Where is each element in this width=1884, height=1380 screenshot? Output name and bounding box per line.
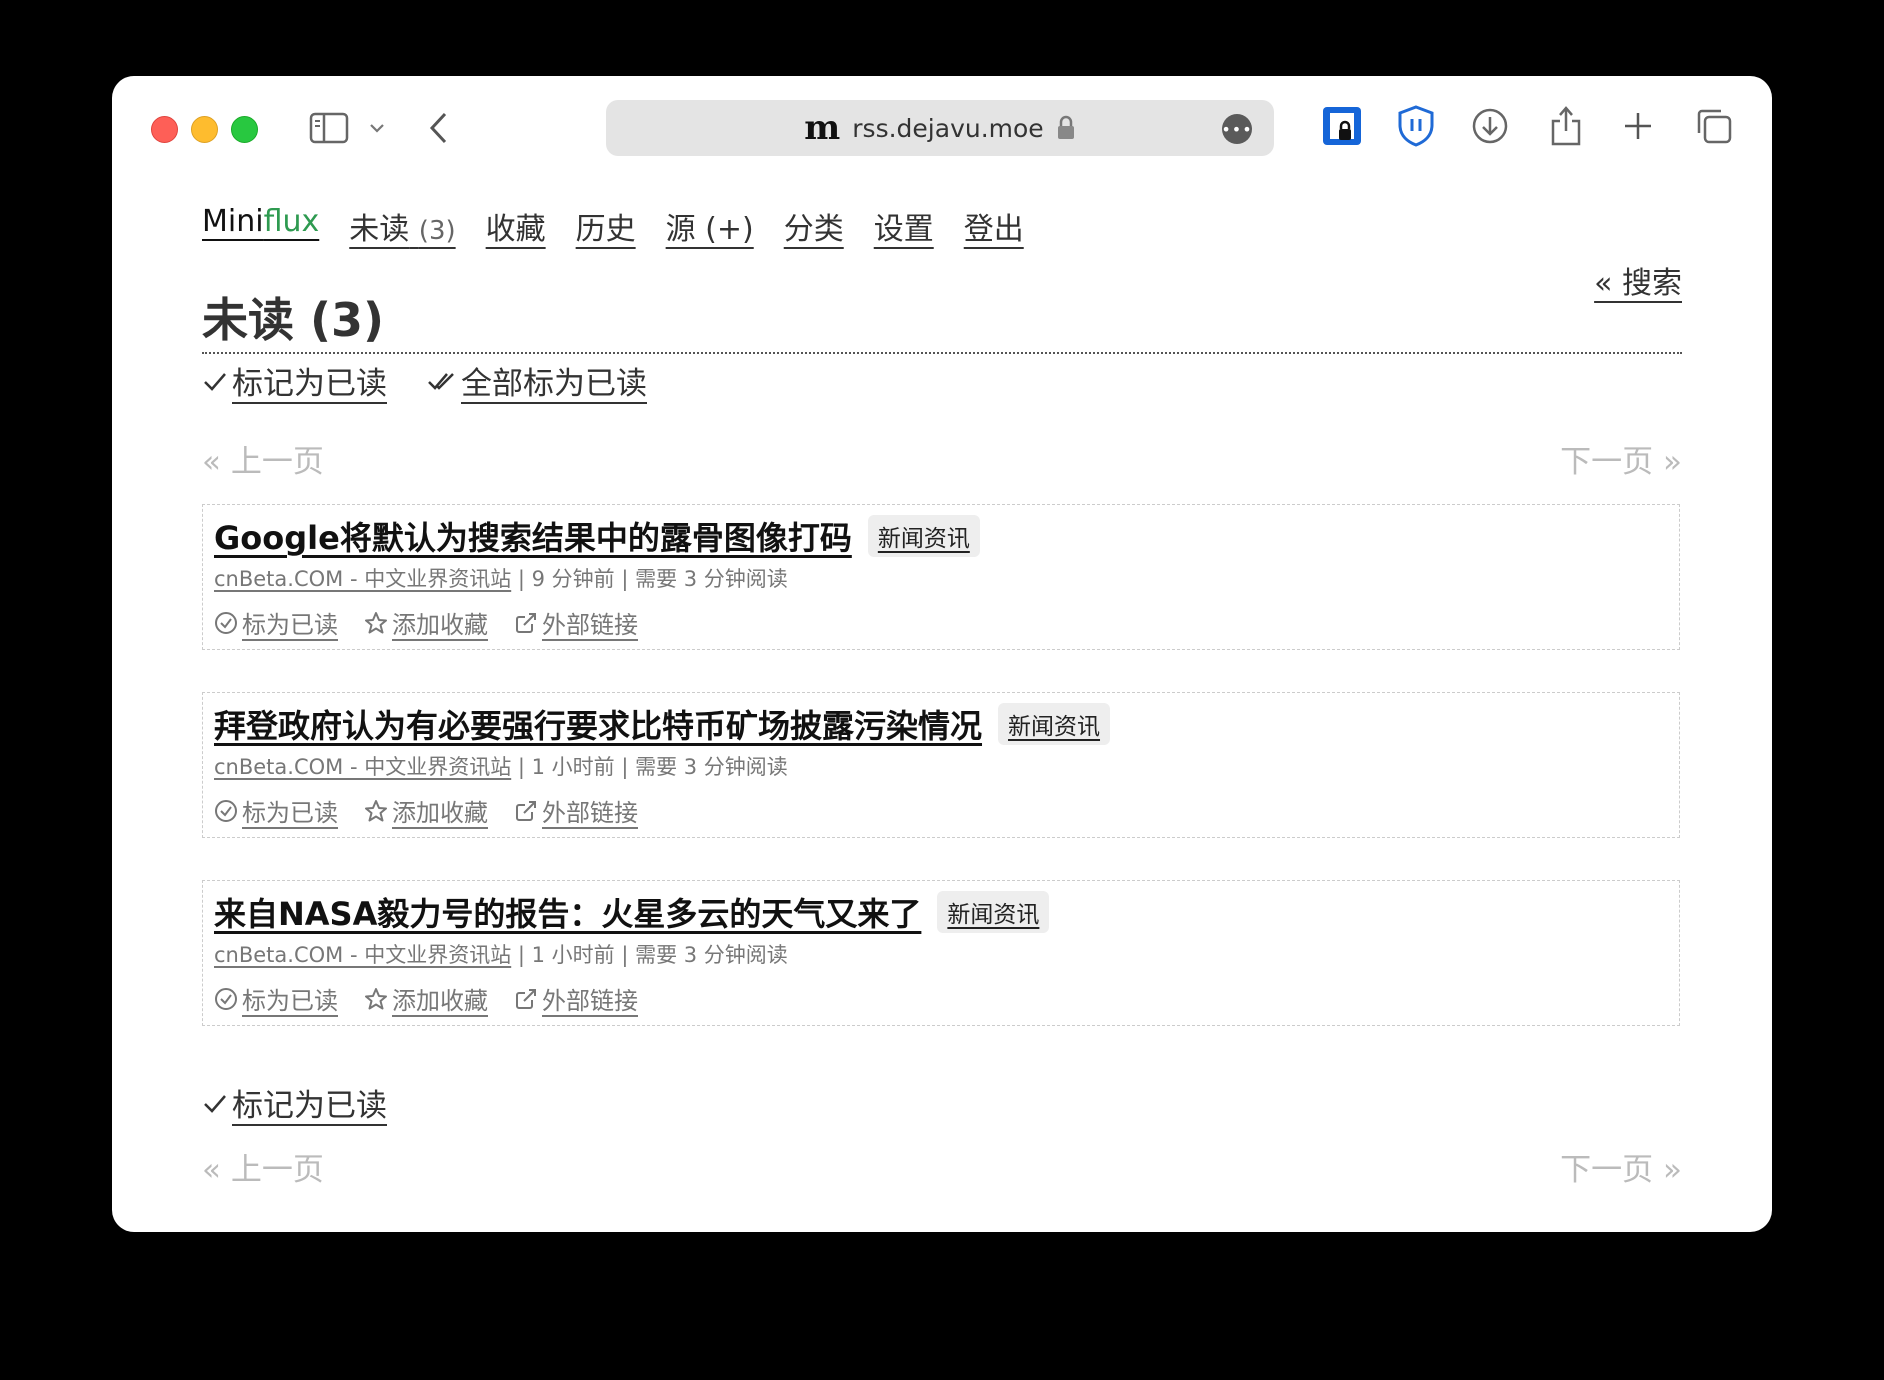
entry-mark-read-button[interactable]: 标为已读	[214, 793, 338, 828]
entry-meta-text: | 9 分钟前 | 需要 3 分钟阅读	[511, 567, 788, 591]
nav-history[interactable]: 历史	[576, 204, 636, 248]
double-check-icon	[427, 370, 457, 392]
address-url: rss.dejavu.moe	[852, 113, 1044, 143]
entry-external-link[interactable]: 外部链接	[514, 981, 638, 1016]
entry-item: 来自NASA毅力号的报告：火星多云的天气又来了 新闻资讯 cnBeta.COM …	[202, 880, 1680, 1026]
entry-actions: 标为已读 添加收藏 外部链接	[214, 793, 638, 828]
browser-toolbar: m rss.dejavu.moe •••	[112, 76, 1772, 180]
entry-title-link[interactable]: Google将默认为搜索结果中的露骨图像打码	[214, 513, 852, 559]
brand-main: Mini	[202, 204, 264, 239]
star-icon	[364, 611, 388, 635]
entry-meta-text: | 1 小时前 | 需要 3 分钟阅读	[511, 755, 788, 779]
entry-meta: cnBeta.COM - 中文业界资讯站 | 1 小时前 | 需要 3 分钟阅读	[214, 939, 788, 969]
zoom-window-button[interactable]	[231, 116, 258, 143]
lock-icon	[1056, 115, 1076, 141]
brand-accent: flux	[263, 204, 320, 239]
entry-star-button[interactable]: 添加收藏	[364, 605, 488, 640]
shield-icon[interactable]	[1394, 104, 1438, 148]
page-actions-bottom: 标记为已读	[202, 1080, 387, 1125]
entry-external-link[interactable]: 外部链接	[514, 605, 638, 640]
mark-page-read-bottom-label: 标记为已读	[232, 1088, 387, 1124]
entry-mark-read-label: 标为已读	[242, 799, 338, 827]
external-link-icon	[514, 987, 538, 1011]
new-tab-icon[interactable]	[1620, 108, 1656, 144]
entry-external-label: 外部链接	[542, 611, 638, 639]
external-link-icon	[514, 799, 538, 823]
entry-external-label: 外部链接	[542, 987, 638, 1015]
entry-external-link[interactable]: 外部链接	[514, 793, 638, 828]
nav-unread[interactable]: 未读 (3)	[349, 204, 455, 248]
entry-mark-read-label: 标为已读	[242, 611, 338, 639]
nav-feeds[interactable]: 源 (+)	[666, 204, 754, 248]
entry-feed-link[interactable]: cnBeta.COM - 中文业界资讯站	[214, 943, 511, 967]
mark-page-read-bottom-button[interactable]: 标记为已读	[202, 1080, 387, 1125]
chevron-down-icon[interactable]	[366, 114, 388, 142]
sidebar-toggle-icon[interactable]	[308, 108, 350, 148]
site-favicon-icon: m	[804, 108, 841, 148]
entry-meta-text: | 1 小时前 | 需要 3 分钟阅读	[511, 943, 788, 967]
prev-page-link: « 上一页	[202, 1152, 324, 1188]
main-nav: Miniflux 未读 (3) 收藏 历史 源 (+) 分类 设置 登出	[202, 204, 1054, 248]
mark-all-read-button[interactable]: 全部标为已读	[427, 358, 647, 403]
entry-meta: cnBeta.COM - 中文业界资讯站 | 9 分钟前 | 需要 3 分钟阅读	[214, 563, 788, 593]
external-link-icon	[514, 611, 538, 635]
entry-feed-link[interactable]: cnBeta.COM - 中文业界资讯站	[214, 567, 511, 591]
back-icon[interactable]	[424, 108, 452, 148]
tab-overview-icon[interactable]	[1694, 106, 1734, 146]
entry-title-link[interactable]: 拜登政府认为有必要强行要求比特币矿场披露污染情况	[214, 701, 982, 747]
close-window-button[interactable]	[151, 116, 178, 143]
nav-categories[interactable]: 分类	[784, 204, 844, 248]
page-actions: 标记为已读 全部标为已读	[202, 358, 647, 403]
pagination-top: « 上一页 下一页 »	[202, 436, 1682, 481]
next-page-link: 下一页 »	[1560, 444, 1682, 480]
entry-category-badge[interactable]: 新闻资讯	[998, 703, 1111, 745]
next-page-link: 下一页 »	[1560, 1152, 1682, 1188]
entry-mark-read-button[interactable]: 标为已读	[214, 605, 338, 640]
minimize-window-button[interactable]	[191, 116, 218, 143]
extension-lock-icon[interactable]	[1320, 104, 1364, 148]
entry-star-label: 添加收藏	[392, 987, 488, 1015]
browser-window: m rss.dejavu.moe ••• Miniflux 未读 (3) 收藏 …	[112, 76, 1772, 1232]
nav-unread-count: (3)	[418, 216, 456, 246]
nav-settings[interactable]: 设置	[874, 204, 934, 248]
nav-starred[interactable]: 收藏	[486, 204, 546, 248]
entry-meta: cnBeta.COM - 中文业界资讯站 | 1 小时前 | 需要 3 分钟阅读	[214, 751, 788, 781]
entry-actions: 标为已读 添加收藏 外部链接	[214, 605, 638, 640]
check-icon	[202, 370, 228, 392]
entry-category-badge[interactable]: 新闻资讯	[867, 515, 980, 557]
page-menu-icon[interactable]: •••	[1221, 114, 1252, 144]
prev-page-link: « 上一页	[202, 444, 324, 480]
star-icon	[364, 799, 388, 823]
entry-feed-link[interactable]: cnBeta.COM - 中文业界资讯站	[214, 755, 511, 779]
entry-item: 拜登政府认为有必要强行要求比特币矿场披露污染情况 新闻资讯 cnBeta.COM…	[202, 692, 1680, 838]
check-circle-icon	[214, 987, 238, 1011]
entry-star-button[interactable]: 添加收藏	[364, 793, 488, 828]
nav-logout[interactable]: 登出	[964, 204, 1024, 248]
entry-mark-read-button[interactable]: 标为已读	[214, 981, 338, 1016]
page-title: 未读 (3)	[202, 290, 1682, 354]
nav-unread-label: 未读	[349, 212, 410, 247]
share-icon[interactable]	[1546, 102, 1586, 148]
check-circle-icon	[214, 611, 238, 635]
pagination-bottom: « 上一页 下一页 »	[202, 1144, 1682, 1189]
mark-page-read-label: 标记为已读	[232, 366, 387, 402]
check-icon	[202, 1092, 228, 1114]
mark-page-read-button[interactable]: 标记为已读	[202, 358, 387, 403]
entry-mark-read-label: 标为已读	[242, 987, 338, 1015]
address-bar[interactable]: m rss.dejavu.moe •••	[606, 100, 1274, 156]
check-circle-icon	[214, 799, 238, 823]
entry-item: Google将默认为搜索结果中的露骨图像打码 新闻资讯 cnBeta.COM -…	[202, 504, 1680, 650]
download-icon[interactable]	[1470, 106, 1510, 146]
star-icon	[364, 987, 388, 1011]
mark-all-read-label: 全部标为已读	[461, 366, 647, 402]
entry-star-button[interactable]: 添加收藏	[364, 981, 488, 1016]
entry-actions: 标为已读 添加收藏 外部链接	[214, 981, 638, 1016]
entry-category-badge[interactable]: 新闻资讯	[937, 891, 1050, 933]
entry-external-label: 外部链接	[542, 799, 638, 827]
brand-logo-link[interactable]: Miniflux	[202, 204, 319, 248]
entry-star-label: 添加收藏	[392, 799, 488, 827]
entry-star-label: 添加收藏	[392, 611, 488, 639]
entry-title-link[interactable]: 来自NASA毅力号的报告：火星多云的天气又来了	[214, 889, 921, 935]
